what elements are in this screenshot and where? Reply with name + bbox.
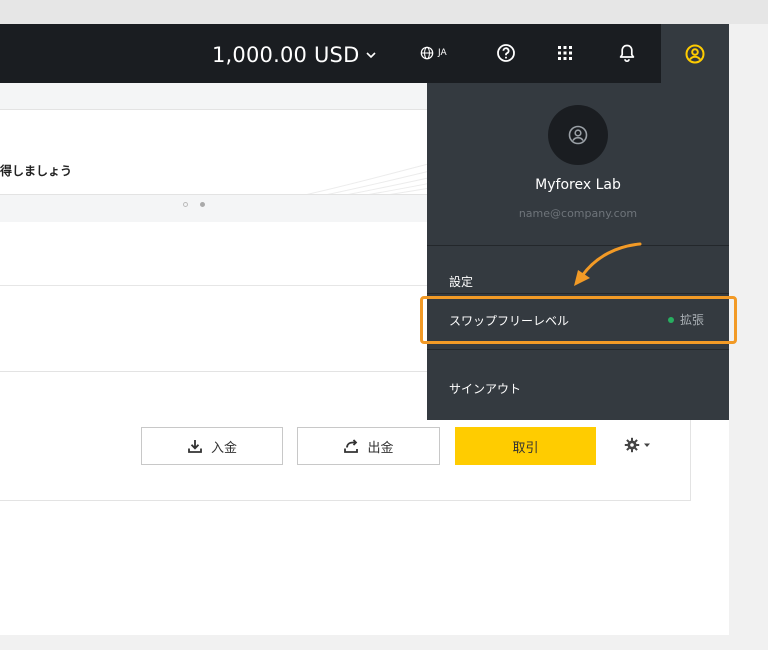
gear-icon <box>624 437 640 453</box>
user-menu-button[interactable] <box>661 24 729 83</box>
user-name: Myforex Lab <box>535 177 621 193</box>
globe-icon <box>420 46 434 60</box>
notifications-button[interactable] <box>617 43 637 63</box>
avatar <box>548 105 608 165</box>
account-settings-button[interactable] <box>624 437 651 453</box>
user-circle-icon <box>568 125 588 145</box>
annotation-arrow-icon <box>574 242 642 286</box>
caret-down-icon <box>644 443 650 447</box>
menu-divider <box>427 349 729 350</box>
apps-button[interactable] <box>556 44 574 62</box>
carousel-dot-active[interactable] <box>200 202 205 207</box>
carousel-dot[interactable] <box>183 202 188 207</box>
user-email: name@company.com <box>518 207 638 220</box>
balance-selector[interactable]: 1,000.00 USD <box>212 42 377 68</box>
grid-icon <box>558 46 572 60</box>
deposit-label: 入金 <box>210 440 237 456</box>
bell-icon <box>619 44 635 63</box>
carousel-dots <box>183 202 205 207</box>
menu-item-sign-out[interactable]: サインアウト <box>449 380 521 397</box>
withdraw-button[interactable]: 出金 <box>297 427 440 465</box>
page-gutter-bottom <box>0 635 729 650</box>
chevron-down-icon <box>366 52 377 59</box>
question-icon <box>497 44 515 62</box>
menu-divider <box>427 293 729 294</box>
withdraw-label: 出金 <box>367 440 394 456</box>
language-code: JA <box>438 48 447 58</box>
highlight-box <box>420 296 737 344</box>
menu-item-settings[interactable]: 設定 <box>449 273 473 290</box>
deposit-button[interactable]: 入金 <box>141 427 283 465</box>
banner-text: 得しましょう <box>0 164 73 178</box>
help-button[interactable] <box>496 43 516 63</box>
trade-button[interactable]: 取引 <box>455 427 596 465</box>
share-icon <box>344 439 359 453</box>
user-circle-icon <box>685 44 705 63</box>
download-icon <box>188 440 202 453</box>
language-selector[interactable]: JA <box>420 43 447 63</box>
trade-label: 取引 <box>512 440 539 456</box>
balance-value: 1,000.00 USD <box>212 43 360 67</box>
